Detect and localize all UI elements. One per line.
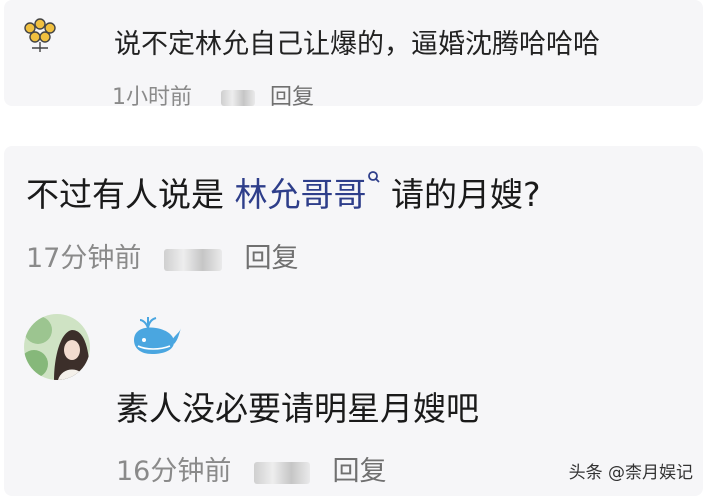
reply-button[interactable]: 回复	[245, 243, 299, 274]
watermark: 头条 @柰月娱记	[568, 463, 693, 483]
reply-button[interactable]: 回复	[270, 85, 314, 110]
reply-button[interactable]: 回复	[333, 456, 387, 487]
search-highlight-link[interactable]: 林允哥哥	[234, 171, 381, 214]
comment-text: 不过有人说是 林允哥哥 请的月嫂?	[26, 168, 541, 216]
blurred-location	[221, 90, 255, 106]
reply-meta: 16分钟前 回复	[116, 449, 387, 488]
highlight-text: 林允哥哥	[234, 175, 367, 214]
comment-text-before: 不过有人说是	[26, 175, 235, 214]
comment-card: 不过有人说是 林允哥哥 请的月嫂? 17分钟前 回复 素人没必要请明星月嫂吧 1…	[4, 146, 703, 496]
blurred-location	[253, 461, 310, 484]
comment-card: 说不定林允自己让爆的，逼婚沈腾哈哈哈 1小时前 回复	[4, 0, 703, 110]
comment-text-after: 请的月嫂?	[380, 175, 541, 214]
comment-text: 说不定林允自己让爆的，逼婚沈腾哈哈哈	[114, 29, 600, 60]
comment-time: 1小时前	[112, 85, 192, 110]
whale-icon	[134, 317, 181, 354]
user-avatar[interactable]	[18, 8, 66, 56]
user-avatar[interactable]	[24, 314, 90, 380]
comment-time: 17分钟前	[26, 243, 142, 274]
search-icon	[367, 171, 380, 183]
comment-meta: 17分钟前 回复	[26, 236, 299, 275]
blurred-location	[163, 248, 222, 271]
comment-meta: 1小时前 回复	[112, 79, 314, 111]
reply-text: 素人没必要请明星月嫂吧	[116, 389, 479, 428]
reply-time: 16分钟前	[116, 456, 232, 487]
